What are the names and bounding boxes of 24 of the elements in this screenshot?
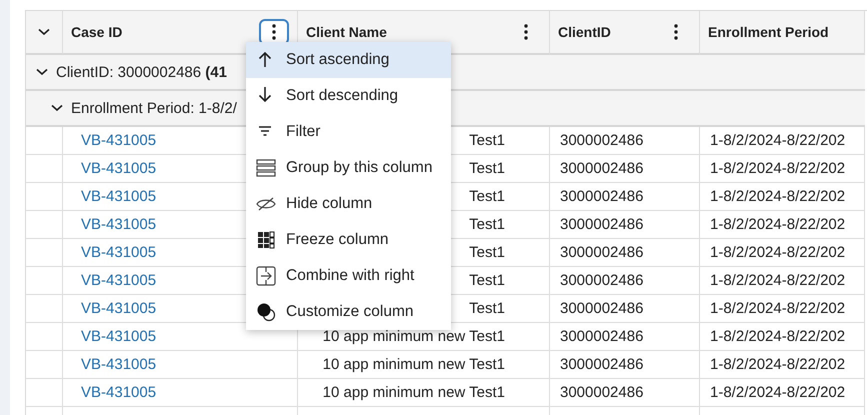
- table-cell: 10 app minimum new Test1: [298, 351, 550, 379]
- table-cell: 1-8/2/2024-8/22/202: [700, 127, 865, 155]
- table-cell: 3000002486: [550, 379, 700, 407]
- table-cell: 3000002486: [550, 155, 700, 183]
- table-cell: 1-8/2/2024-8/22/202: [700, 295, 865, 323]
- table-cell: 1-8/2/2024-8/22/202: [700, 211, 865, 239]
- group-label: ClientID: 3000002486 (41: [56, 64, 227, 80]
- table-cell: 3000002486: [550, 267, 700, 295]
- table-cell: 3000002486: [550, 211, 700, 239]
- group-label: Enrollment Period: 1-8/2/: [71, 100, 237, 116]
- table-cell: 1-8/2/2024-8/22/202: [700, 267, 865, 295]
- table-cell: 1-8/2/2024-8/22/202: [700, 351, 865, 379]
- table-cell: 3000002486: [550, 239, 700, 267]
- table-cell: 3000002486: [550, 323, 700, 351]
- table-cell: 3000002486: [550, 183, 700, 211]
- table-cell: 3000002486: [550, 295, 700, 323]
- table-cell: 3000002486: [550, 351, 700, 379]
- table-cell: 1-8/2/2024-8/22/202: [700, 379, 865, 407]
- table-cell: 1-8/2/2024-8/22/202: [700, 183, 865, 211]
- table-cell: 1-8/2/2024-8/22/202: [700, 155, 865, 183]
- table-cell: 1-8/2/2024-8/22/202: [700, 239, 865, 267]
- table-cell: 1-8/2/2024-8/22/202: [700, 323, 865, 351]
- table-cell: 3000002486: [550, 127, 700, 155]
- table-cell: 10 app minimum new Test1: [298, 379, 550, 407]
